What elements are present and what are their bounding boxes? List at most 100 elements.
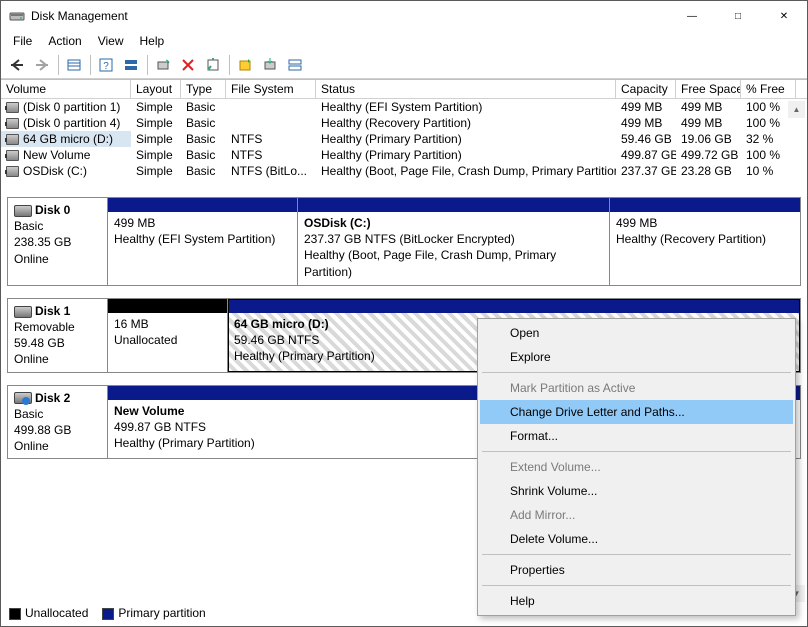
partition-status: Unallocated xyxy=(114,332,221,348)
disk-state: Online xyxy=(14,352,49,366)
volume-name: 64 GB micro (D:) xyxy=(23,132,113,146)
volume-name: New Volume xyxy=(23,148,90,162)
volume-row[interactable]: (Disk 0 partition 1) Simple Basic Health… xyxy=(1,99,807,115)
view-graphical-button[interactable] xyxy=(119,53,143,77)
volume-layout: Simple xyxy=(131,99,181,115)
volume-list-header: Volume Layout Type File System Status Ca… xyxy=(1,80,807,99)
volume-status: Healthy (Boot, Page File, Crash Dump, Pr… xyxy=(316,163,616,179)
drive-icon xyxy=(6,134,19,145)
scroll-up-icon[interactable]: ▲ xyxy=(788,101,805,118)
toolbar-separator xyxy=(90,55,91,75)
volume-type: Basic xyxy=(181,115,226,131)
ctx-open[interactable]: Open xyxy=(480,321,793,345)
col-pctfree[interactable]: % Free xyxy=(741,80,796,98)
forward-button[interactable] xyxy=(30,53,54,77)
volume-cap: 499 MB xyxy=(616,115,676,131)
new-volume-button[interactable] xyxy=(233,53,257,77)
col-type[interactable]: Type xyxy=(181,80,226,98)
volume-row[interactable]: 64 GB micro (D:) Simple Basic NTFS Healt… xyxy=(1,131,807,147)
partition[interactable]: OSDisk (C:) 237.37 GB NTFS (BitLocker En… xyxy=(298,198,610,285)
partition-color-bar xyxy=(228,299,800,313)
disk-header[interactable]: Disk 0 Basic 238.35 GB Online xyxy=(8,198,108,285)
partition-status: Healthy (EFI System Partition) xyxy=(114,231,291,247)
delete-button[interactable] xyxy=(176,53,200,77)
ctx-properties[interactable]: Properties xyxy=(480,558,793,582)
volume-row[interactable]: (Disk 0 partition 4) Simple Basic Health… xyxy=(1,115,807,131)
partition[interactable]: 499 MB Healthy (Recovery Partition) xyxy=(610,198,800,285)
volume-status: Healthy (Primary Partition) xyxy=(316,147,616,163)
partition-title: OSDisk (C:) xyxy=(304,215,603,231)
refresh-button[interactable] xyxy=(151,53,175,77)
partition[interactable]: 499 MB Healthy (EFI System Partition) xyxy=(108,198,298,285)
volume-fs: NTFS xyxy=(226,131,316,147)
volume-free: 499.72 GB xyxy=(676,147,741,163)
partition-color-bar xyxy=(610,198,800,212)
disk-type: Basic xyxy=(14,407,43,421)
view-list-button[interactable] xyxy=(62,53,86,77)
ctx-change-drive-letter[interactable]: Change Drive Letter and Paths... xyxy=(480,400,793,424)
partition-size: 499 MB xyxy=(114,215,291,231)
volume-fs: NTFS (BitLo... xyxy=(226,163,316,179)
disk-header[interactable]: Disk 2 Basic 499.88 GB Online xyxy=(8,386,108,459)
menu-separator xyxy=(482,585,791,586)
back-button[interactable] xyxy=(5,53,29,77)
properties-button[interactable] xyxy=(201,53,225,77)
col-freespace[interactable]: Free Space xyxy=(676,80,741,98)
volume-row[interactable]: OSDisk (C:) Simple Basic NTFS (BitLo... … xyxy=(1,163,807,179)
col-status[interactable]: Status xyxy=(316,80,616,98)
volume-status: Healthy (Recovery Partition) xyxy=(316,115,616,131)
volume-type: Basic xyxy=(181,99,226,115)
view-split-button[interactable] xyxy=(283,53,307,77)
ctx-explore[interactable]: Explore xyxy=(480,345,793,369)
disk-name: Disk 2 xyxy=(35,391,70,405)
disk-header[interactable]: Disk 1 Removable 59.48 GB Online xyxy=(8,299,108,372)
drive-icon xyxy=(6,118,19,129)
toolbar-separator xyxy=(58,55,59,75)
volume-cap: 59.46 GB xyxy=(616,131,676,147)
drive-icon xyxy=(6,166,19,177)
context-menu: Open Explore Mark Partition as Active Ch… xyxy=(477,318,796,616)
partition[interactable]: 16 MB Unallocated xyxy=(108,299,228,372)
menu-bar: File Action View Help xyxy=(1,31,807,51)
volume-free: 499 MB xyxy=(676,99,741,115)
toolbar: ? xyxy=(1,51,807,79)
ctx-delete-volume[interactable]: Delete Volume... xyxy=(480,527,793,551)
disk-type: Removable xyxy=(14,320,75,334)
col-capacity[interactable]: Capacity xyxy=(616,80,676,98)
volume-cap: 499 MB xyxy=(616,99,676,115)
volume-free: 23.28 GB xyxy=(676,163,741,179)
menu-separator xyxy=(482,554,791,555)
hdd-icon xyxy=(14,205,32,217)
help-button[interactable]: ? xyxy=(94,53,118,77)
attach-vhd-button[interactable] xyxy=(258,53,282,77)
col-volume[interactable]: Volume xyxy=(1,80,131,98)
volume-row[interactable]: New Volume Simple Basic NTFS Healthy (Pr… xyxy=(1,147,807,163)
close-button[interactable]: ✕ xyxy=(761,1,807,31)
minimize-button[interactable]: — xyxy=(669,1,715,31)
menu-view[interactable]: View xyxy=(90,32,132,50)
menu-help[interactable]: Help xyxy=(132,32,173,50)
ctx-format[interactable]: Format... xyxy=(480,424,793,448)
volume-status: Healthy (Primary Partition) xyxy=(316,131,616,147)
col-filesystem[interactable]: File System xyxy=(226,80,316,98)
menu-file[interactable]: File xyxy=(5,32,40,50)
hdd-icon xyxy=(14,392,32,404)
volume-free: 19.06 GB xyxy=(676,131,741,147)
volume-name: OSDisk (C:) xyxy=(23,164,87,178)
partition-color-bar xyxy=(298,198,609,212)
ctx-mark-active: Mark Partition as Active xyxy=(480,376,793,400)
volume-fs: NTFS xyxy=(226,147,316,163)
ctx-help[interactable]: Help xyxy=(480,589,793,613)
volume-free: 499 MB xyxy=(676,115,741,131)
volume-layout: Simple xyxy=(131,163,181,179)
col-layout[interactable]: Layout xyxy=(131,80,181,98)
ctx-shrink-volume[interactable]: Shrink Volume... xyxy=(480,479,793,503)
menu-separator xyxy=(482,372,791,373)
toolbar-separator xyxy=(147,55,148,75)
menu-action[interactable]: Action xyxy=(40,32,89,50)
volume-fs xyxy=(226,115,316,131)
partition-size: 237.37 GB NTFS (BitLocker Encrypted) xyxy=(304,231,603,247)
drive-icon xyxy=(6,102,19,113)
disk-size: 59.48 GB xyxy=(14,336,65,350)
maximize-button[interactable]: □ xyxy=(715,1,761,31)
